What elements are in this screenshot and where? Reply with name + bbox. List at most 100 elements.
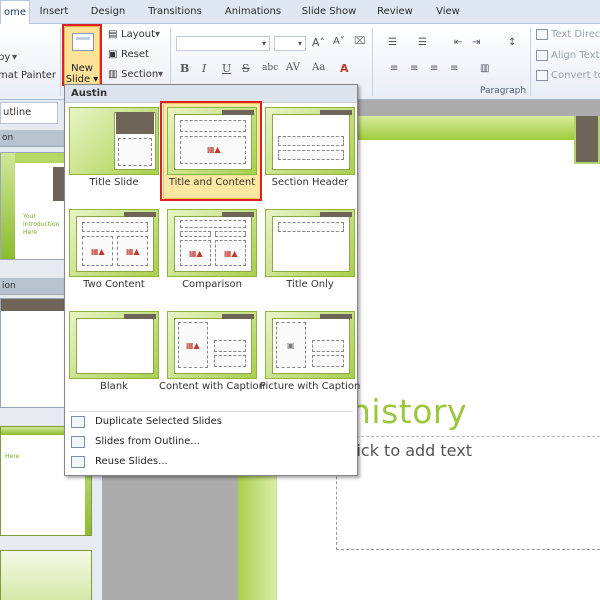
layout-label: Title Slide — [89, 177, 139, 188]
text-direction-button[interactable]: Text Directi — [551, 29, 600, 40]
increase-indent-icon[interactable]: ⇥ — [472, 37, 480, 48]
copy-dropdown-icon[interactable]: ▾ — [12, 52, 17, 63]
layout-dropdown-icon[interactable]: ▾ — [155, 29, 160, 40]
align-text-button[interactable]: Align Text — [551, 50, 600, 61]
smartart-icon — [536, 70, 548, 81]
tab-insert[interactable]: Insert — [34, 0, 74, 24]
placeholder-box: ▦▲ — [117, 236, 148, 266]
font-name-combo[interactable]: ▾ — [176, 36, 270, 51]
layout-label: Comparison — [182, 279, 242, 290]
placeholder-box — [312, 355, 344, 367]
layout-dark-block — [116, 112, 154, 134]
picture-icon: ▣ — [287, 341, 295, 350]
shrink-font-icon[interactable]: A˅ — [333, 36, 345, 47]
placeholder-box — [278, 222, 344, 232]
align-left-icon[interactable]: ≡ — [390, 63, 398, 74]
layout-dark-block — [222, 212, 254, 217]
strikethrough-button[interactable]: S — [242, 62, 250, 75]
justify-icon[interactable]: ≡ — [450, 63, 458, 74]
tab-home[interactable]: ome — [0, 0, 30, 25]
layout-dark-block — [320, 110, 352, 115]
convert-smartart-button[interactable]: Convert to — [551, 70, 600, 81]
layout-button[interactable]: Layout — [121, 29, 155, 40]
slide-title[interactable]: nistory — [350, 392, 467, 431]
layout-title-only[interactable] — [265, 209, 355, 277]
clear-format-icon[interactable]: ⌧ — [354, 36, 366, 47]
layout-picture-with-caption[interactable]: ▣ — [265, 311, 355, 379]
chevron-down-icon: ▾ — [261, 39, 266, 48]
underline-button[interactable]: U — [222, 62, 231, 75]
layout-dark-block — [124, 212, 156, 217]
align-right-icon[interactable]: ≡ — [430, 63, 438, 74]
change-case-button[interactable]: Aa — [312, 62, 325, 73]
reset-button[interactable]: Reset — [121, 49, 149, 60]
section-button[interactable]: Section — [121, 69, 158, 80]
format-painter-button[interactable]: mat Painter — [0, 70, 56, 81]
placeholder-box — [278, 150, 344, 160]
decrease-indent-icon[interactable]: ⇤ — [454, 37, 462, 48]
layout-label: Title Only — [286, 279, 334, 290]
section-dropdown-icon[interactable]: ▾ — [158, 69, 163, 80]
layout-label: Two Content — [83, 279, 145, 290]
tab-slide-show[interactable]: Slide Show — [296, 0, 362, 24]
reuse-slides-item[interactable]: Reuse Slides... — [65, 453, 357, 473]
columns-icon[interactable]: ▥ — [480, 63, 489, 74]
numbering-icon[interactable]: ☰ — [418, 37, 427, 48]
font-color-icon[interactable]: A — [340, 62, 349, 75]
slide-dark-block — [574, 116, 600, 164]
thumb-text: Here — [5, 453, 20, 460]
slides-from-outline-item[interactable]: Slides from Outline... — [65, 433, 357, 453]
layout-label: Section Header — [271, 177, 349, 188]
layout-title-slide[interactable] — [69, 107, 159, 175]
gallery-divider — [69, 411, 353, 412]
menu-item-label: Slides from Outline... — [95, 436, 200, 447]
tab-review[interactable]: Review — [372, 0, 418, 24]
grow-font-icon[interactable]: A˄ — [312, 36, 325, 49]
content-placeholder-text: lick to add text — [352, 441, 472, 460]
layout-content-with-caption[interactable]: ▦▲ — [167, 311, 257, 379]
layout-dark-block — [320, 314, 352, 319]
tab-animations[interactable]: Animations — [218, 0, 288, 24]
align-center-icon[interactable]: ≡ — [410, 63, 418, 74]
char-spacing-button[interactable]: AV — [286, 62, 300, 73]
menu-item-label: Duplicate Selected Slides — [95, 416, 222, 427]
placeholder-box: ▦▲ — [180, 240, 211, 266]
font-size-combo[interactable]: ▾ — [274, 36, 306, 51]
layout-thumbnail — [265, 107, 355, 175]
layout-comparison[interactable]: ▦▲ ▦▲ — [167, 209, 257, 277]
line-spacing-icon[interactable]: ↕ — [508, 37, 516, 48]
content-icons: ▦▲ — [126, 247, 140, 256]
tab-transitions[interactable]: Transitions — [140, 0, 210, 24]
thumb-text: Introduction — [23, 221, 60, 228]
layout-thumbnail — [69, 311, 159, 379]
layout-section-header[interactable] — [265, 107, 355, 175]
menu-item-label: Reuse Slides... — [95, 456, 168, 467]
layout-blank[interactable] — [69, 311, 159, 379]
tab-view[interactable]: View — [428, 0, 468, 24]
reset-icon: ▣ — [108, 49, 118, 60]
placeholder-box — [214, 340, 246, 352]
thumb-accent — [1, 551, 91, 600]
content-icons: ▦▲ — [189, 249, 203, 258]
ribbon-divider — [60, 28, 61, 96]
layout-two-content[interactable]: ▦▲ ▦▲ — [69, 209, 159, 277]
shadow-button[interactable]: abc — [262, 63, 278, 73]
duplicate-slides-icon — [71, 416, 85, 428]
tab-design[interactable]: Design — [84, 0, 132, 24]
slide-thumbnail-4[interactable] — [0, 550, 92, 600]
layout-panel — [76, 318, 154, 374]
copy-button[interactable]: py — [0, 52, 10, 63]
duplicate-selected-slides-item[interactable]: Duplicate Selected Slides — [65, 413, 357, 433]
placeholder-box — [215, 231, 246, 237]
layout-dark-block — [124, 314, 156, 319]
paragraph-group-label: Paragraph — [480, 86, 527, 96]
tab-outline[interactable]: utline — [0, 102, 58, 124]
ribbon-divider — [530, 28, 531, 96]
bold-button[interactable]: B — [180, 62, 189, 75]
thumb-accent — [1, 153, 15, 259]
content-icons: ▦▲ — [224, 249, 238, 258]
section-icon: ▥ — [108, 69, 118, 80]
bullets-icon[interactable]: ☰ — [388, 37, 397, 48]
ribbon-tab-strip: ome Insert Design Transitions Animations… — [0, 0, 600, 25]
italic-button[interactable]: I — [202, 62, 206, 75]
